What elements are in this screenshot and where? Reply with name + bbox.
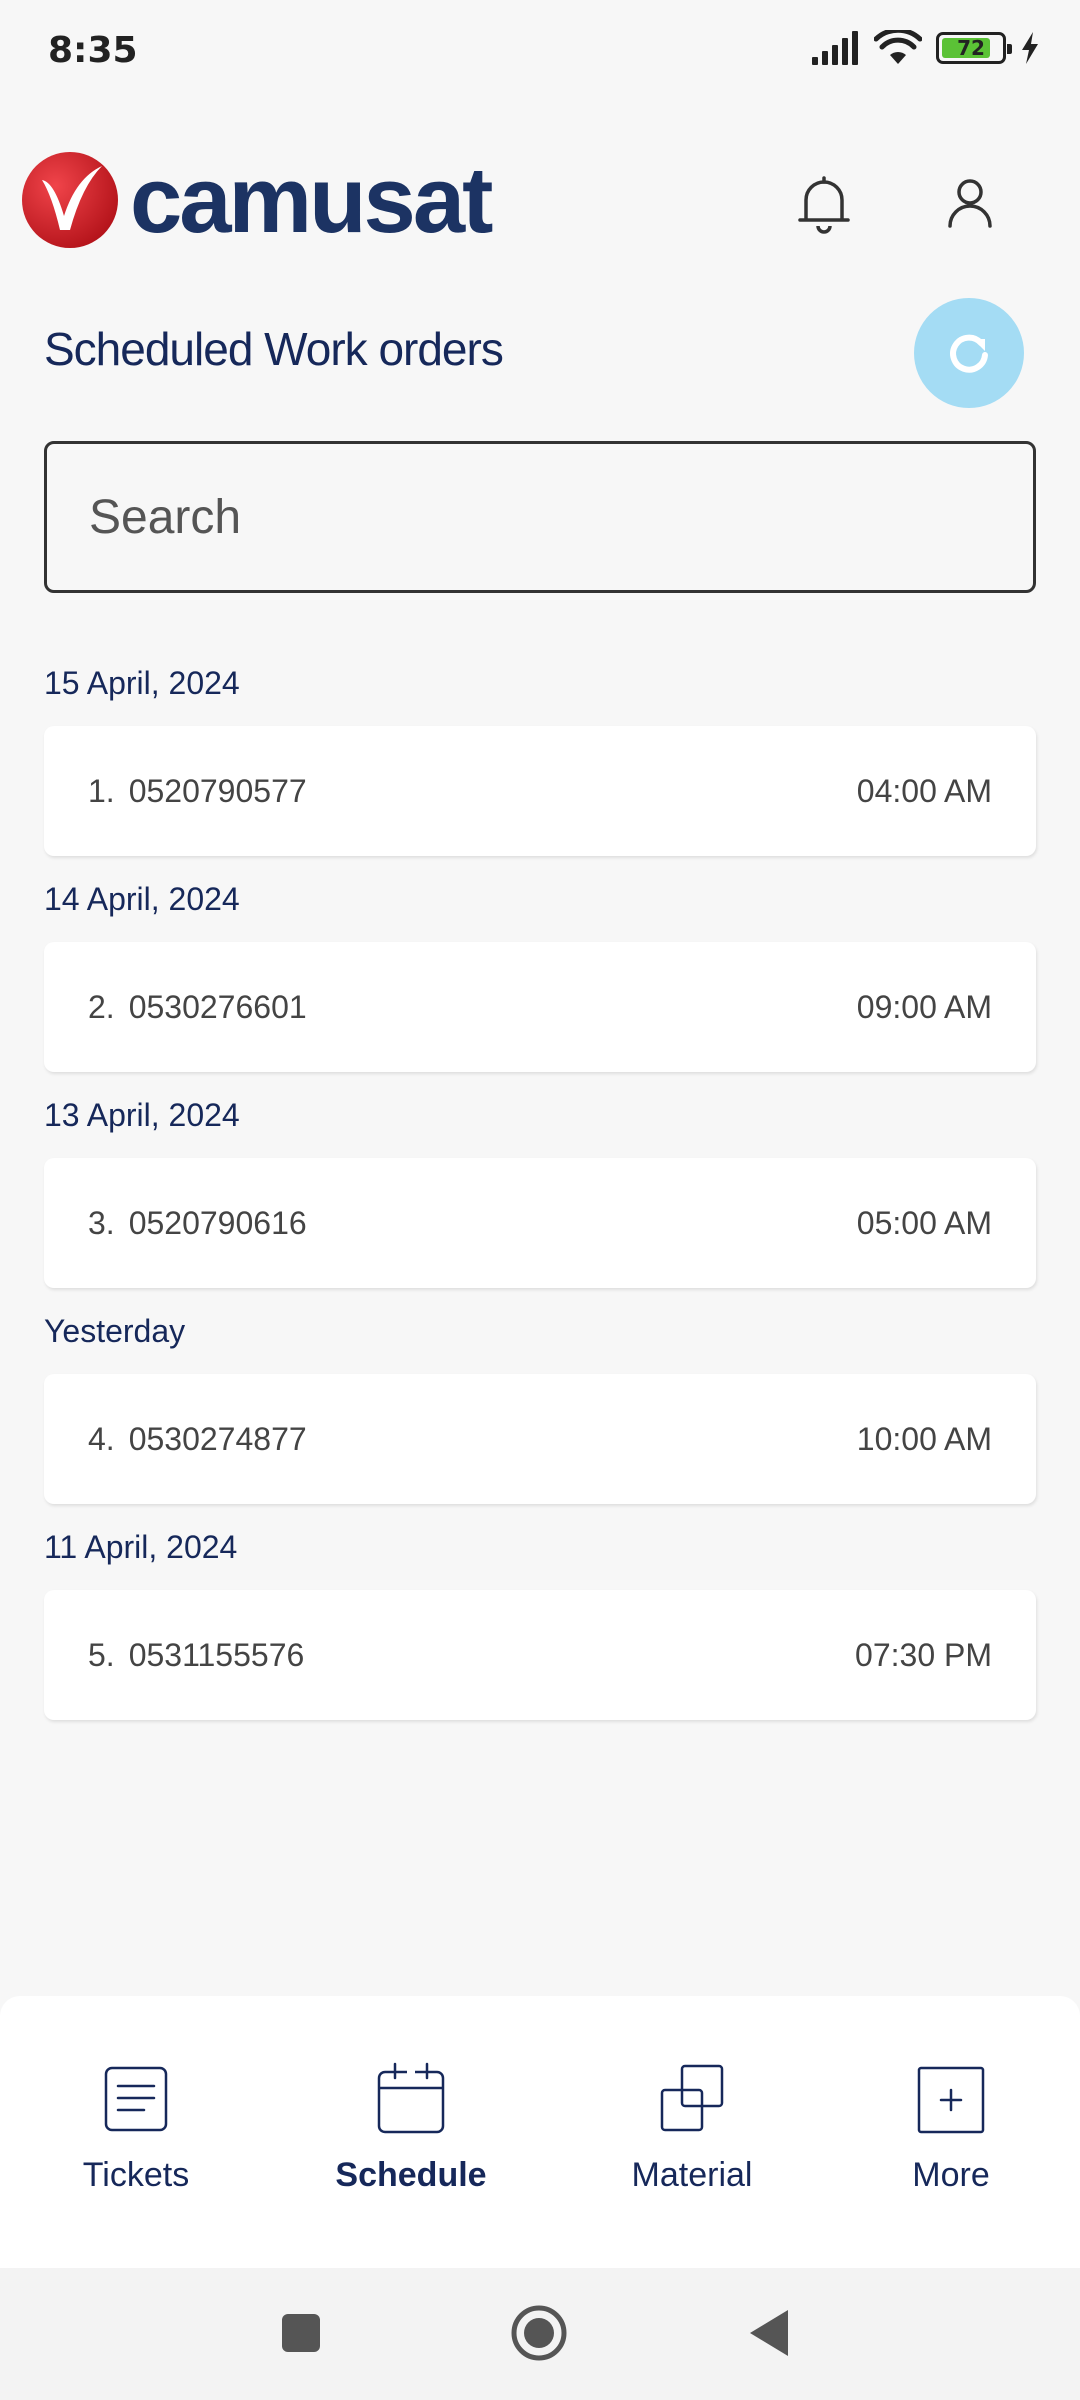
work-order-group: 15 April, 2024 1. 0520790577 04:00 AM	[44, 640, 1036, 856]
nav-tickets[interactable]: Tickets	[36, 2060, 236, 2195]
home-icon[interactable]	[508, 2302, 570, 2364]
back-icon[interactable]	[746, 2302, 792, 2364]
work-order-group: 11 April, 2024 5. 0531155576 07:30 PM	[44, 1504, 1036, 1720]
work-order-index: 1.	[88, 772, 115, 809]
logo-mark-icon	[22, 152, 118, 248]
group-date: Yesterday	[44, 1312, 186, 1349]
page-title: Scheduled Work orders	[44, 323, 504, 375]
work-order-group: Yesterday 4. 0530274877 10:00 AM	[44, 1288, 1036, 1504]
nav-more[interactable]: More	[851, 2060, 1051, 2195]
work-order-time: 10:00 AM	[856, 1420, 992, 1457]
work-order-time: 04:00 AM	[856, 772, 992, 809]
work-order-id: 4. 0530274877	[88, 1421, 307, 1458]
system-nav-bar	[0, 2268, 1080, 2400]
nav-label-tickets: Tickets	[82, 2156, 190, 2194]
signal-icon	[812, 31, 858, 65]
calendar-icon	[377, 2062, 445, 2134]
recents-icon[interactable]	[280, 2302, 322, 2364]
nav-label-schedule: Schedule	[335, 2156, 487, 2194]
status-icons: 72	[810, 30, 1040, 66]
camusat-logo: camusat	[20, 147, 493, 252]
status-bar: 8:35 72	[0, 0, 1080, 100]
work-order-id: 1. 0520790577	[88, 773, 307, 810]
nav-label-more: More	[912, 2156, 990, 2194]
battery-icon: 72	[936, 32, 1012, 64]
document-icon	[104, 2066, 168, 2132]
work-order-index: 3.	[88, 1204, 115, 1241]
search-field[interactable]	[44, 441, 1036, 593]
bottom-nav: Tickets Schedule Material More	[0, 1996, 1080, 2268]
work-order-number: 0520790577	[128, 772, 307, 809]
nav-label-material: Material	[631, 2156, 753, 2194]
search-input[interactable]	[89, 489, 1033, 545]
plus-square-icon	[917, 2066, 985, 2134]
bell-icon[interactable]	[788, 168, 860, 240]
work-order-list: 15 April, 2024 1. 0520790577 04:00 AM 14…	[44, 640, 1036, 1720]
refresh-button[interactable]	[914, 298, 1024, 408]
work-order-number: 0530276601	[128, 988, 307, 1025]
work-order-number: 0531155576	[128, 1636, 305, 1673]
layers-icon	[660, 2064, 724, 2132]
logo-text: camusat	[130, 147, 493, 252]
battery-level: 72	[957, 36, 985, 60]
work-order-id: 2. 0530276601	[88, 989, 307, 1026]
group-date: 11 April, 2024	[44, 1528, 238, 1565]
work-order-index: 2.	[88, 988, 115, 1025]
group-date: 13 April, 2024	[44, 1096, 240, 1133]
work-order-time: 05:00 AM	[856, 1204, 992, 1241]
work-order-id: 5. 0531155576	[88, 1637, 304, 1674]
nav-schedule[interactable]: Schedule	[311, 2060, 511, 2195]
user-icon[interactable]	[934, 168, 1006, 240]
refresh-icon	[950, 334, 988, 373]
work-order-group: 13 April, 2024 3. 0520790616 05:00 AM	[44, 1072, 1036, 1288]
battery-tip	[1007, 44, 1012, 54]
work-order-time: 07:30 PM	[855, 1636, 992, 1673]
work-order-index: 4.	[88, 1420, 115, 1457]
work-order-time: 09:00 AM	[856, 988, 992, 1025]
nav-material[interactable]: Material	[592, 2060, 792, 2195]
wifi-icon	[874, 30, 922, 64]
work-order-index: 5.	[88, 1636, 115, 1673]
work-order-card[interactable]: 3. 0520790616 05:00 AM	[44, 1158, 1036, 1288]
status-time: 8:35	[48, 30, 138, 71]
work-order-number: 0520790616	[128, 1204, 307, 1241]
work-order-card[interactable]: 2. 0530276601 09:00 AM	[44, 942, 1036, 1072]
work-order-number: 0530274877	[128, 1420, 307, 1457]
work-order-card[interactable]: 5. 0531155576 07:30 PM	[44, 1590, 1036, 1720]
work-order-card[interactable]: 4. 0530274877 10:00 AM	[44, 1374, 1036, 1504]
work-order-card[interactable]: 1. 0520790577 04:00 AM	[44, 726, 1036, 856]
app-root: 8:35 72 camusat Scheduled Work orders Se…	[0, 0, 1080, 2400]
group-date: 14 April, 2024	[44, 880, 240, 917]
group-date: 15 April, 2024	[44, 664, 240, 701]
work-order-id: 3. 0520790616	[88, 1205, 307, 1242]
work-order-group: 14 April, 2024 2. 0530276601 09:00 AM	[44, 856, 1036, 1072]
charging-icon	[1022, 32, 1038, 64]
